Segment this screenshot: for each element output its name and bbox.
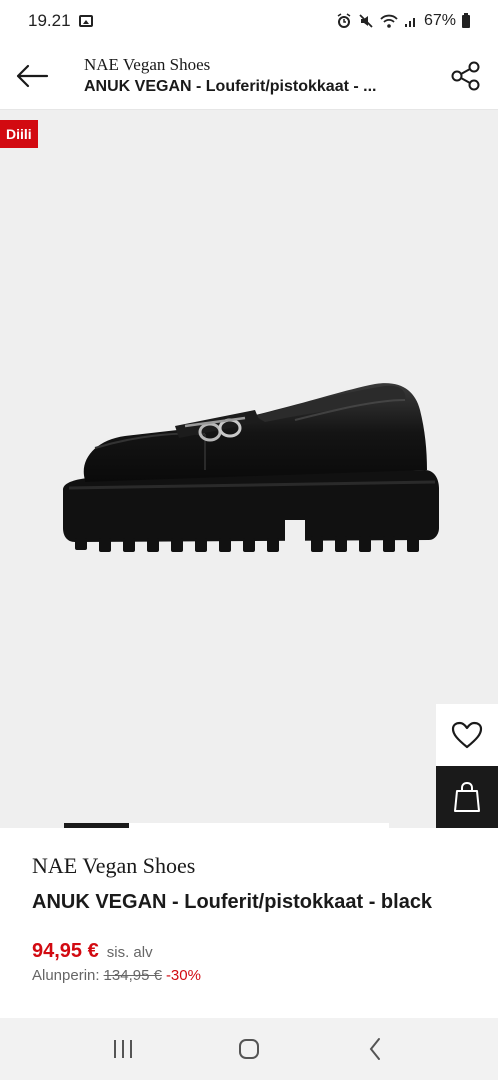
wishlist-button[interactable]	[436, 704, 498, 766]
arrow-left-icon	[16, 64, 49, 87]
product-image-gallery[interactable]: Diili	[0, 110, 498, 828]
price-row: 94,95 € sis. alv	[32, 940, 466, 963]
add-to-bag-button[interactable]	[436, 766, 498, 828]
status-right: 67%	[336, 12, 470, 30]
app-header: NAE Vegan Shoes ANUK VEGAN - Louferit/pi…	[0, 42, 498, 110]
mute-icon	[359, 14, 373, 28]
header-product-title: ANUK VEGAN - Louferit/pistokkaat - ...	[84, 77, 377, 95]
back-button[interactable]	[0, 42, 64, 110]
share-button[interactable]	[434, 42, 498, 110]
battery-icon	[462, 12, 470, 28]
recent-apps-icon	[114, 1040, 132, 1058]
current-price: 94,95 €	[32, 940, 99, 962]
chevron-left-icon	[369, 1038, 380, 1060]
heart-icon	[451, 721, 483, 749]
alarm-icon	[337, 13, 351, 28]
status-bar: 19.21 67%	[0, 0, 498, 42]
battery-percent: 67%	[423, 12, 456, 29]
share-icon	[451, 61, 480, 90]
system-nav-bar	[0, 1018, 498, 1080]
product-info: NAE Vegan Shoes ANUK VEGAN - Louferit/pi…	[0, 828, 498, 1018]
product-image-shoe	[63, 383, 439, 552]
status-left: 19.21	[28, 11, 93, 31]
original-price-row: Alunperin: 134,95 € -30%	[32, 967, 466, 984]
deal-badge: Diili	[0, 120, 38, 148]
recent-apps-button[interactable]	[93, 1029, 153, 1069]
header-titles: NAE Vegan Shoes ANUK VEGAN - Louferit/pi…	[64, 54, 434, 98]
gallery-notification-icon	[78, 15, 93, 27]
screen: 19.21 67% NAE Vegan Shoes ANUK VEGAN - L…	[0, 0, 498, 1080]
product-name: ANUK VEGAN - Louferit/pistokkaat - black	[32, 891, 433, 913]
signal-icon	[404, 18, 415, 27]
original-price: 134,95 €	[103, 967, 162, 984]
discount-percent: -30%	[165, 967, 201, 984]
vat-note: sis. alv	[106, 944, 153, 961]
home-icon	[239, 1039, 259, 1059]
shopping-bag-icon	[454, 781, 480, 812]
status-time: 19.21	[28, 11, 71, 30]
product-brand[interactable]: NAE Vegan Shoes	[32, 852, 466, 880]
home-button[interactable]	[219, 1029, 279, 1069]
header-brand: NAE Vegan Shoes	[84, 54, 211, 74]
original-label: Alunperin:	[32, 967, 100, 984]
system-back-button[interactable]	[345, 1029, 405, 1069]
wifi-icon	[380, 14, 398, 28]
